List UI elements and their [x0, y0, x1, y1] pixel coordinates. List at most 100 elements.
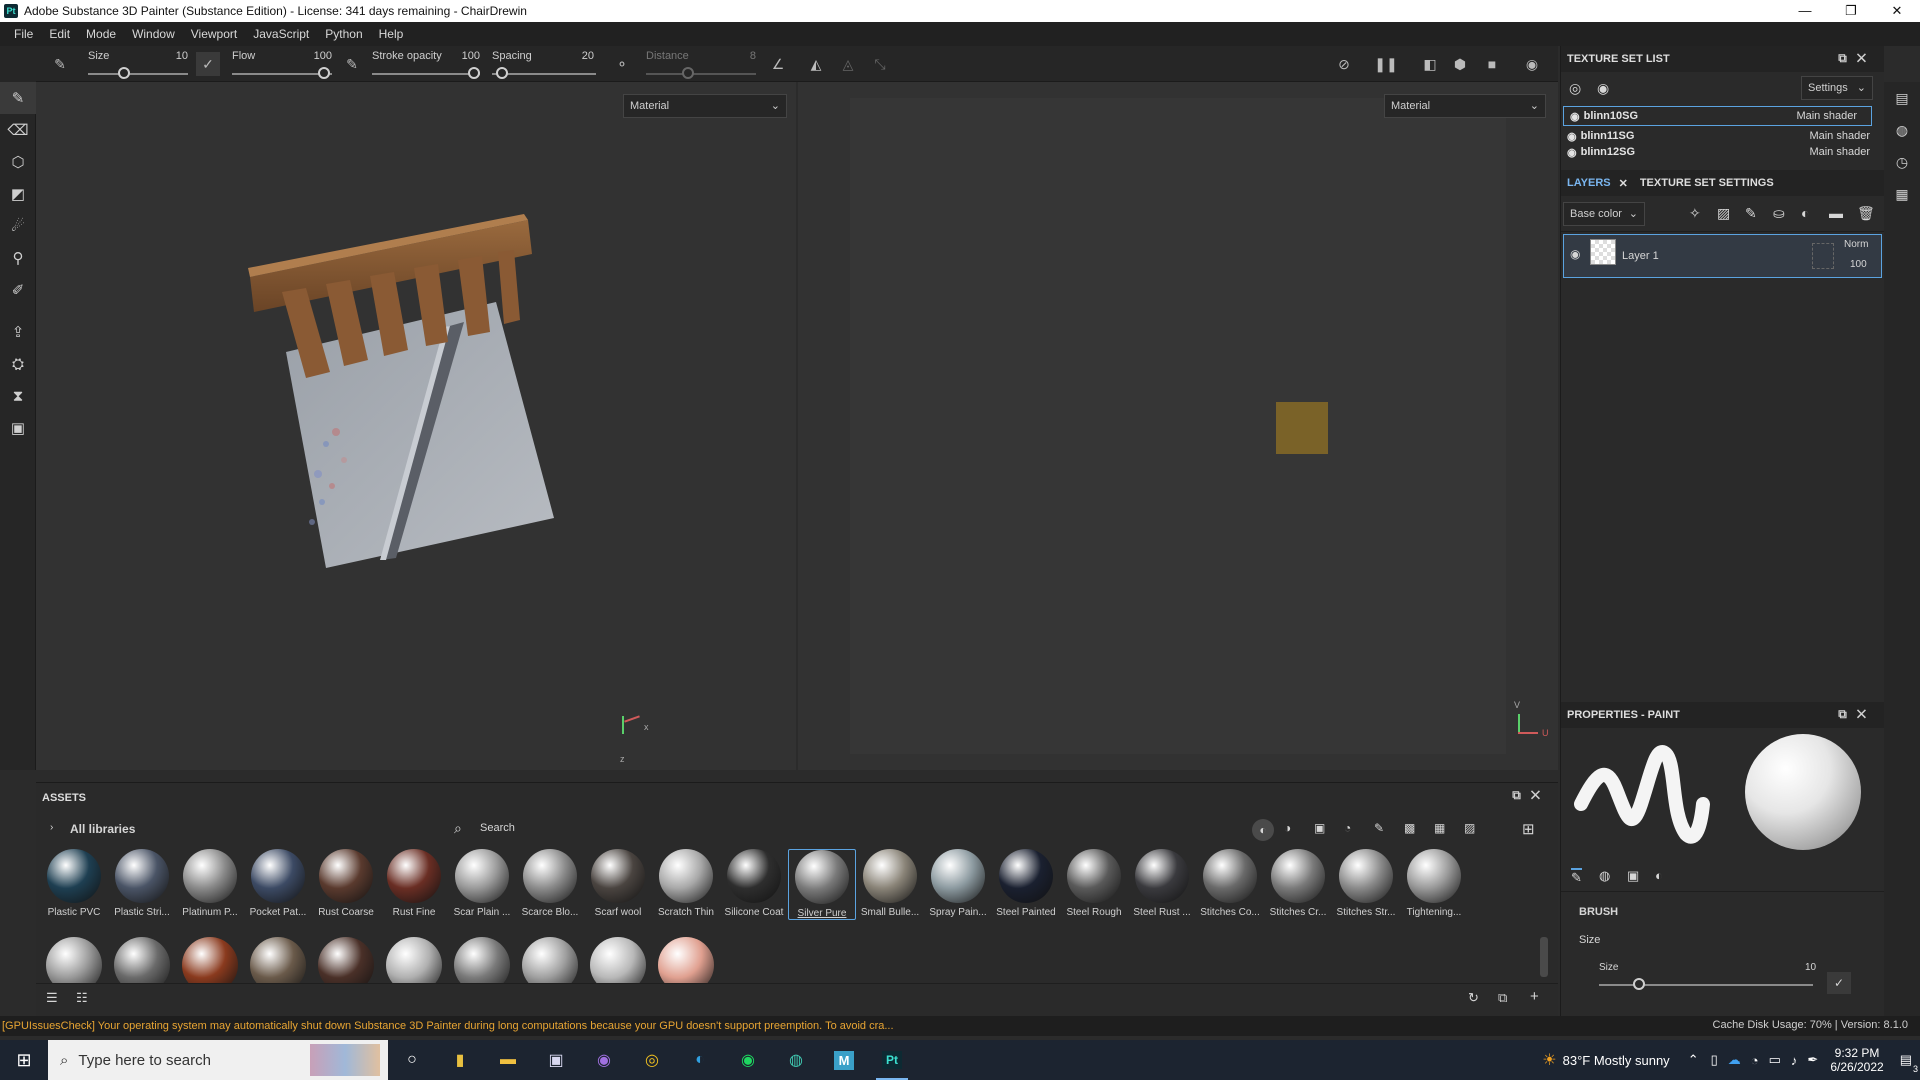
layer-visibility-eye-icon[interactable]: ◉ [1570, 247, 1580, 261]
close-button[interactable]: ✕ [1874, 0, 1920, 22]
material-item[interactable]: Stitches Co... [1196, 849, 1264, 918]
projection-tool-icon[interactable]: ⬡ [0, 146, 36, 178]
alpha-tab-icon[interactable]: ◍ [1599, 868, 1610, 884]
wifi-icon[interactable]: ◔ [1751, 1053, 1759, 1068]
paint-tool-icon[interactable]: ✎ [0, 82, 36, 114]
layer-mask-slot[interactable] [1812, 243, 1834, 269]
eye-icon[interactable]: ◉ [1567, 146, 1577, 158]
windows-start-icon[interactable]: ⊞ [0, 1040, 48, 1080]
material-item[interactable] [386, 937, 442, 983]
shader-settings-icon[interactable]: ◍ [1884, 114, 1920, 146]
flow-pen-pressure-icon[interactable]: ✎ [340, 52, 364, 76]
size-slider-handle[interactable] [118, 67, 130, 79]
environments-filter-icon[interactable]: ▨ [1464, 821, 1475, 835]
chevron-right-icon[interactable]: › [50, 822, 53, 833]
channel-select[interactable]: Base color ⌄ [1563, 202, 1645, 226]
close-tab-icon[interactable]: ✕ [1619, 177, 1628, 190]
material-item[interactable] [590, 937, 646, 983]
add-mask-icon[interactable]: ▨ [1717, 205, 1730, 222]
screenshot-icon[interactable]: ◉ [1520, 52, 1544, 76]
viewport-2d-mode-select[interactable]: Material ⌄ [1384, 94, 1546, 118]
gpu-warning-message[interactable]: [GPUIssuesCheck] Your operating system m… [2, 1020, 894, 1032]
add-smart-material-icon[interactable]: ◐ [1801, 205, 1809, 221]
display-icon[interactable]: ▭ [1769, 1052, 1781, 1068]
add-effect-icon[interactable]: ✧ [1689, 205, 1701, 222]
color-picker-tool-icon[interactable]: ✐ [0, 274, 36, 306]
maya-icon[interactable]: M [820, 1040, 868, 1080]
material-item[interactable] [522, 937, 578, 983]
brush-preset-icon[interactable]: ✎ [48, 52, 72, 76]
panel-controls[interactable]: ⧉✕ [1838, 51, 1876, 66]
layer-name[interactable]: Layer 1 [1622, 250, 1659, 262]
menu-javascript[interactable]: JavaScript [245, 27, 317, 41]
chair-model[interactable] [36, 82, 796, 770]
brush-size-slider-handle[interactable] [1633, 978, 1645, 990]
textures-filter-icon[interactable]: ▩ [1404, 821, 1415, 835]
flow-slider-handle[interactable] [318, 67, 330, 79]
import-icon[interactable]: ⧉ [1498, 990, 1507, 1006]
texture-set-shader[interactable]: Main shader [1809, 146, 1870, 158]
hide-eye-icon[interactable]: ◎ [1569, 80, 1581, 97]
material-item[interactable]: Steel Rust ... [1128, 849, 1196, 918]
list-view-icon[interactable]: ☷ [76, 990, 88, 1006]
material-item[interactable] [454, 937, 510, 983]
texture-set-shader[interactable]: Main shader [1796, 110, 1857, 122]
search-input[interactable]: Search [480, 822, 515, 834]
pen-icon[interactable]: ✒ [1807, 1052, 1818, 1068]
material-item[interactable]: Stitches Str... [1332, 849, 1400, 918]
materials-filter-icon[interactable]: ◐ [1252, 819, 1274, 841]
material-item[interactable]: Spray Pain... [924, 849, 992, 918]
size-slider-track[interactable] [88, 73, 188, 75]
camera-icon[interactable]: ■ [1480, 52, 1504, 76]
spacing-value[interactable]: 20 [570, 50, 594, 62]
material-item[interactable]: Platinum P... [176, 849, 244, 918]
assets-scrollbar[interactable] [1540, 937, 1548, 977]
chevron-up-icon[interactable]: ⌃ [1688, 1052, 1699, 1068]
material-item[interactable]: Stitches Cr... [1264, 849, 1332, 918]
add-paint-layer-icon[interactable]: ✎ [1745, 205, 1757, 222]
lazy-mouse-icon[interactable]: ⚬ [610, 52, 634, 76]
tab-layers[interactable]: LAYERS [1567, 177, 1611, 189]
grid-filter-icon[interactable]: ▦ [1434, 821, 1445, 835]
stroke-opacity-slider-handle[interactable] [468, 67, 480, 79]
menu-edit[interactable]: Edit [41, 27, 78, 41]
size-value[interactable]: 10 [166, 50, 188, 62]
store-icon[interactable]: ▣ [532, 1040, 580, 1080]
eye-icon[interactable]: ◉ [1570, 110, 1580, 123]
weather-text[interactable]: 83°F Mostly sunny [1563, 1053, 1670, 1068]
uv-canvas[interactable] [850, 98, 1506, 754]
eraser-tool-icon[interactable]: ⌫ [0, 114, 36, 146]
sort-icon[interactable]: ☰ [46, 990, 58, 1006]
texture-set-shader[interactable]: Main shader [1809, 130, 1870, 142]
smudge-tool-icon[interactable]: ☄ [0, 210, 36, 242]
clock[interactable]: 9:32 PM 6/26/2022 [1830, 1046, 1883, 1074]
material-item[interactable]: Rust Fine [380, 849, 448, 918]
file-explorer-icon[interactable]: ▬ [484, 1040, 532, 1080]
add-icon[interactable]: + [1530, 988, 1539, 1005]
size-pen-pressure-icon[interactable]: ✓ [196, 52, 220, 76]
material-item[interactable]: Steel Painted [992, 849, 1060, 918]
restore-button[interactable]: ❐ [1828, 0, 1874, 22]
delete-layer-icon[interactable]: 🗑 [1857, 205, 1875, 222]
symmetry-settings-icon[interactable]: ◬ [836, 52, 860, 76]
brush-size-slider-track[interactable] [1599, 984, 1813, 986]
material-item[interactable]: Plastic PVC [40, 849, 108, 918]
menu-window[interactable]: Window [124, 27, 183, 41]
bake-icon[interactable]: ⛭ [0, 348, 36, 380]
material-item[interactable]: Steel Rough [1060, 849, 1128, 918]
material-item[interactable] [318, 937, 374, 983]
substance-painter-icon[interactable]: Pt [868, 1040, 916, 1080]
texture-set-settings-select[interactable]: Settings ⌄ [1801, 76, 1873, 100]
material-item[interactable]: Scarf wool [584, 849, 652, 918]
flow-value[interactable]: 100 [308, 50, 332, 62]
task-view-icon[interactable]: ○ [388, 1040, 436, 1080]
viewport-2d[interactable]: Material ⌄ V U [798, 82, 1558, 770]
material-item[interactable] [46, 937, 102, 983]
refresh-icon[interactable]: ↻ [1468, 990, 1479, 1006]
material-item[interactable]: Pocket Pat... [244, 849, 312, 918]
brush-tab-icon[interactable]: ✎ [1571, 868, 1582, 886]
add-fill-layer-icon[interactable]: ⛀ [1773, 205, 1785, 222]
brushes-filter-icon[interactable]: ✎ [1374, 821, 1384, 835]
menu-mode[interactable]: Mode [78, 27, 124, 41]
menu-viewport[interactable]: Viewport [183, 27, 245, 41]
